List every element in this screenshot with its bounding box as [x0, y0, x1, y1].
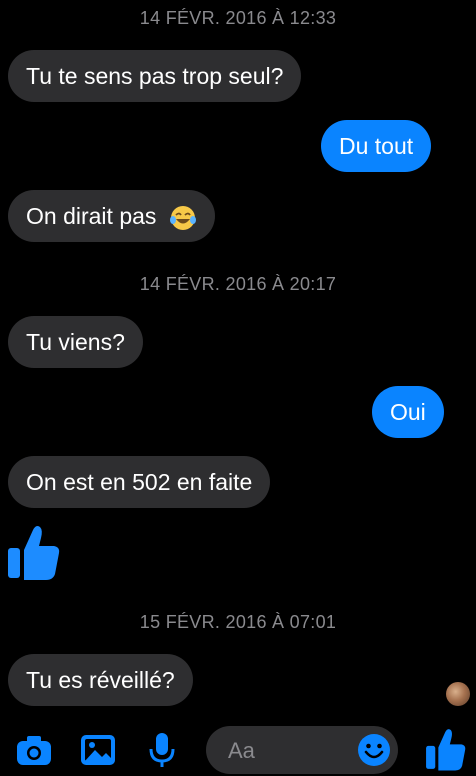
- message-input[interactable]: [226, 726, 350, 776]
- timestamp: 14 FÉVR. 2016 À 20:17: [139, 274, 337, 294]
- message-text: On dirait pas: [26, 203, 157, 229]
- sent-message[interactable]: Du tout: [321, 120, 432, 172]
- received-message[interactable]: On est en 502 en faite: [8, 456, 271, 508]
- emoji-icon[interactable]: [356, 732, 392, 768]
- thumbs-up-icon[interactable]: [424, 726, 468, 772]
- image-icon[interactable]: [78, 730, 118, 770]
- timestamp: 14 FÉVR. 2016 À 12:33: [139, 8, 337, 28]
- received-message[interactable]: Tu viens?: [8, 316, 143, 368]
- thumbs-up-icon[interactable]: [6, 522, 62, 582]
- camera-icon[interactable]: [14, 730, 54, 770]
- received-message[interactable]: Tu te sens pas trop seul?: [8, 50, 302, 102]
- timestamp: 15 FÉVR. 2016 À 07:01: [139, 612, 337, 632]
- tears-of-joy-emoji: [169, 205, 196, 230]
- avatar: [446, 682, 470, 706]
- message-composer: [206, 726, 398, 776]
- message-toolbar: [0, 722, 476, 776]
- microphone-icon[interactable]: [142, 730, 182, 770]
- received-message[interactable]: Tu es réveillé?: [8, 654, 193, 706]
- sent-message[interactable]: Oui: [372, 386, 444, 438]
- received-message[interactable]: On dirait pas: [8, 190, 215, 242]
